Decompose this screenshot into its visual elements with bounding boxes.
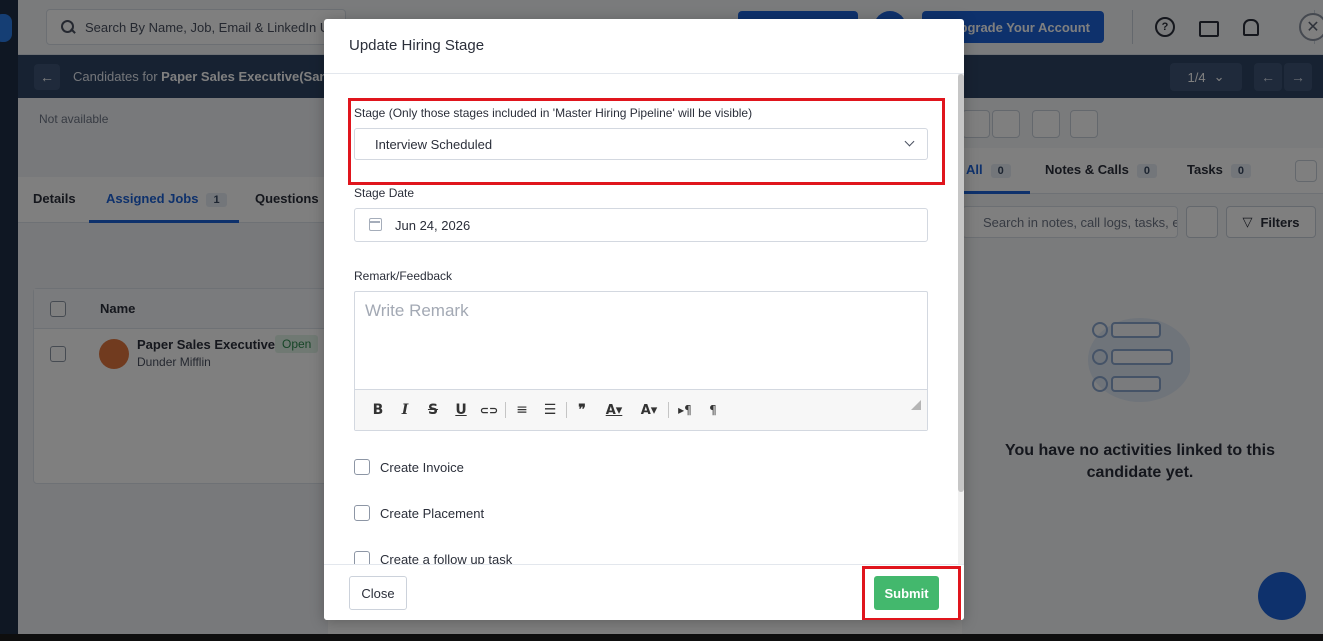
quote-icon[interactable]: ❞ <box>573 401 591 419</box>
stage-date-label: Stage Date <box>354 186 415 200</box>
submit-highlight-box <box>862 566 961 620</box>
stage-date-input[interactable]: Jun 24, 2026 <box>354 208 928 242</box>
text-direction-rtl-icon[interactable]: ¶ <box>705 401 721 419</box>
modal-footer: Close Submit <box>324 564 964 620</box>
bullet-list-icon[interactable]: ☰ <box>541 401 559 419</box>
ordered-list-icon[interactable]: ≡ <box>513 401 531 419</box>
modal-body: Stage (Only those stages included in 'Ma… <box>324 74 964 564</box>
create-invoice-option[interactable]: Create Invoice <box>354 459 464 475</box>
resize-handle-icon[interactable] <box>911 400 921 410</box>
modal-title: Update Hiring Stage <box>349 37 485 54</box>
link-icon[interactable]: ⊂⊃ <box>479 401 499 419</box>
close-button[interactable]: Close <box>349 576 407 610</box>
background-color-icon[interactable]: A▾ <box>636 401 662 419</box>
toolbar-divider <box>566 402 567 418</box>
toolbar-divider <box>668 402 669 418</box>
modal-scrollbar-thumb[interactable] <box>958 74 964 492</box>
create-invoice-label: Create Invoice <box>380 459 464 475</box>
underline-icon[interactable]: U <box>454 401 468 419</box>
create-placement-option[interactable]: Create Placement <box>354 505 484 521</box>
create-follow-up-task-checkbox[interactable] <box>354 551 370 564</box>
strikethrough-icon[interactable]: S <box>426 401 440 419</box>
stage-date-value: Jun 24, 2026 <box>395 217 471 233</box>
text-color-icon[interactable]: A▾ <box>601 401 627 419</box>
remark-textarea[interactable]: Write Remark <box>355 292 927 389</box>
remark-label: Remark/Feedback <box>354 269 453 283</box>
create-invoice-checkbox[interactable] <box>354 459 370 475</box>
remark-editor: Write Remark B I S U ⊂⊃ ≡ ☰ ❞ A▾ A▾ ▸¶ ¶ <box>354 291 928 431</box>
update-hiring-stage-modal: Update Hiring Stage Stage (Only those st… <box>324 19 964 620</box>
text-direction-ltr-icon[interactable]: ▸¶ <box>675 401 695 419</box>
calendar-icon <box>369 218 382 231</box>
modal-header: Update Hiring Stage <box>324 19 964 74</box>
create-placement-checkbox[interactable] <box>354 505 370 521</box>
create-placement-label: Create Placement <box>380 505 485 521</box>
editor-toolbar: B I S U ⊂⊃ ≡ ☰ ❞ A▾ A▾ ▸¶ ¶ <box>355 389 927 430</box>
bold-icon[interactable]: B <box>371 401 385 419</box>
italic-icon[interactable]: I <box>398 401 412 419</box>
stage-highlight-box <box>348 98 945 185</box>
create-follow-up-task-option[interactable]: Create a follow up task <box>354 551 512 564</box>
create-follow-up-task-label: Create a follow up task <box>380 551 513 565</box>
toolbar-divider <box>505 402 506 418</box>
